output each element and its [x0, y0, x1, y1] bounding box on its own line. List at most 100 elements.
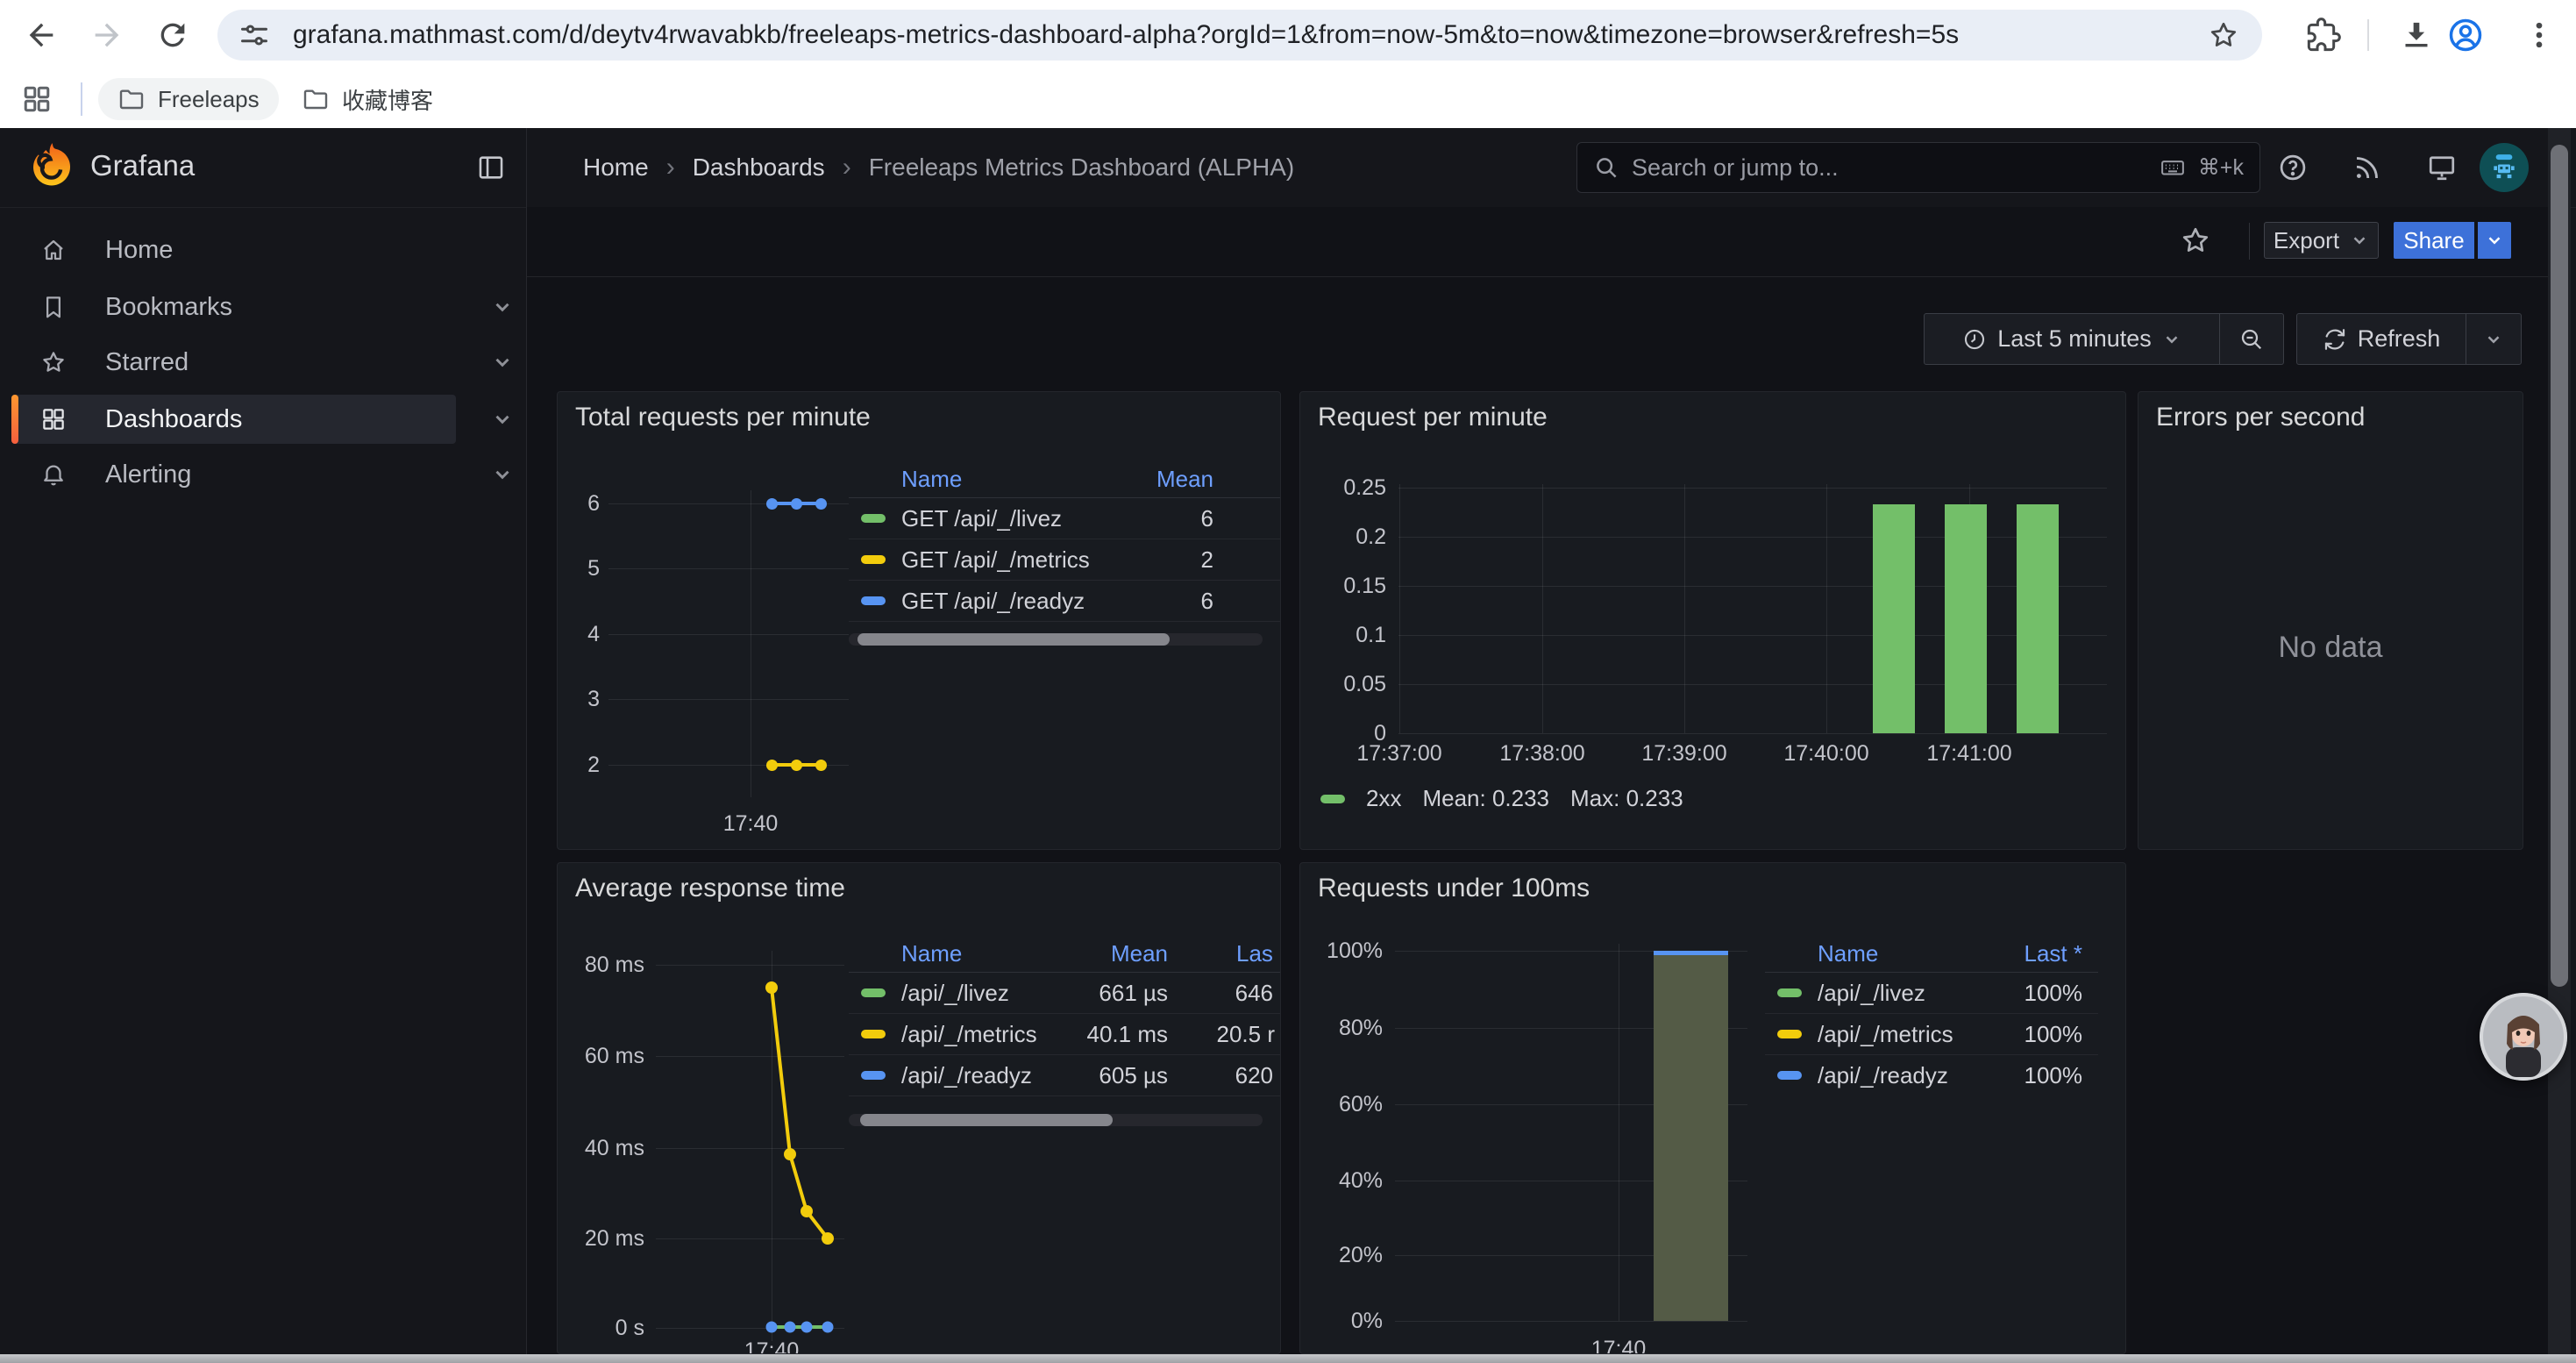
stacked-percentile-bar	[1654, 951, 1728, 1321]
sidebar-item-starred[interactable]: Starred	[11, 338, 456, 387]
page-scrollbar[interactable]	[2548, 128, 2571, 1354]
assistant-avatar[interactable]	[2480, 993, 2567, 1081]
series-last: 620	[1235, 1055, 1273, 1095]
reload-icon[interactable]	[155, 18, 190, 53]
y-tick: 3	[558, 686, 600, 712]
panel-request-per-minute[interactable]: Request per minute 0.25 0.2 0.15 0.1 0.0…	[1299, 391, 2126, 850]
y-tick: 0.25	[1300, 475, 1386, 501]
home-icon	[40, 237, 67, 263]
legend-row[interactable]: /api/_/metrics 100%	[1765, 1014, 2098, 1055]
sidebar-toggle-icon[interactable]	[476, 153, 506, 182]
series-swatch	[1777, 1030, 1802, 1038]
url-bar[interactable]: grafana.mathmast.com/d/deytv4rwavabkb/fr…	[217, 10, 2262, 61]
refresh-group: Refresh	[2296, 313, 2522, 365]
back-icon[interactable]	[24, 18, 59, 53]
series-name[interactable]: 2xx	[1366, 785, 1401, 812]
legend-row[interactable]: /api/_/livez 100%	[1765, 973, 2098, 1014]
monitor-icon[interactable]	[2426, 152, 2458, 183]
breadcrumb-dashboards[interactable]: Dashboards	[693, 153, 825, 182]
series-name[interactable]: /api/_/metrics	[1818, 1014, 1953, 1054]
series-name[interactable]: GET /api/_/livez	[901, 498, 1062, 539]
legend-row[interactable]: /api/_/livez 661 µs 646	[849, 973, 1281, 1014]
series-swatch	[861, 514, 886, 523]
brand-text[interactable]: Grafana	[90, 149, 195, 182]
browser-toolbar: grafana.mathmast.com/d/deytv4rwavabkb/fr…	[0, 0, 2576, 70]
series-name[interactable]: GET /api/_/readyz	[901, 581, 1085, 621]
downloads-icon[interactable]	[2399, 18, 2434, 53]
series-last: 100%	[2025, 973, 2083, 1013]
legend-col-mean[interactable]: Mean	[1111, 935, 1168, 972]
share-dropdown-button[interactable]	[2476, 222, 2511, 259]
series-name[interactable]: GET /api/_/metrics	[901, 539, 1090, 580]
bookmark-folder-blogs[interactable]: 收藏博客	[282, 78, 452, 120]
legend-row[interactable]: GET /api/_/metrics 2	[849, 539, 1281, 581]
chevron-down-icon[interactable]	[491, 296, 514, 318]
legend-row[interactable]: /api/_/readyz 100%	[1765, 1055, 2098, 1095]
bookmark-star-icon[interactable]	[2208, 19, 2239, 51]
refresh-icon	[2323, 327, 2347, 352]
profile-icon[interactable]	[2446, 16, 2485, 54]
breadcrumb-home[interactable]: Home	[583, 153, 649, 182]
search-input[interactable]: Search or jump to... ⌘+k	[1576, 142, 2260, 193]
sidebar-item-alerting[interactable]: Alerting	[11, 450, 456, 499]
url-text[interactable]: grafana.mathmast.com/d/deytv4rwavabkb/fr…	[293, 20, 2208, 50]
legend-col-last[interactable]: Las	[1236, 935, 1273, 972]
chevron-down-icon[interactable]	[491, 463, 514, 486]
legend-col-name[interactable]: Name	[901, 460, 962, 497]
legend-col-name[interactable]: Name	[1818, 935, 1878, 972]
panel-errors-per-second[interactable]: Errors per second No data	[2138, 391, 2523, 850]
forward-icon[interactable]	[89, 18, 125, 53]
legend-row[interactable]: /api/_/readyz 605 µs 620	[849, 1055, 1281, 1096]
series-name[interactable]: /api/_/readyz	[901, 1055, 1032, 1095]
series-name[interactable]: /api/_/livez	[1818, 973, 1925, 1013]
horizontal-scrollbar[interactable]	[0, 1354, 2576, 1363]
x-tick: 17:40	[1575, 1337, 1662, 1354]
user-avatar[interactable]	[2480, 143, 2529, 192]
series-mean: 661 µs	[1099, 973, 1168, 1013]
legend-row[interactable]: /api/_/metrics 40.1 ms 20.5 r	[849, 1014, 1281, 1055]
legend-scrollbar[interactable]	[849, 633, 1263, 646]
favorite-star-icon[interactable]	[2180, 225, 2211, 256]
x-tick: 17:39:00	[1614, 741, 1754, 767]
help-icon[interactable]	[2277, 152, 2309, 183]
panel-under-100ms[interactable]: Requests under 100ms 100% 80% 60% 40% 20…	[1299, 862, 2126, 1354]
chevron-down-icon[interactable]	[491, 408, 514, 431]
x-tick: 17:40:00	[1756, 741, 1896, 767]
refresh-label: Refresh	[2358, 325, 2441, 353]
extensions-icon[interactable]	[2306, 18, 2341, 53]
sidebar-item-home[interactable]: Home	[11, 225, 456, 275]
sidebar-item-bookmarks[interactable]: Bookmarks	[11, 282, 456, 332]
apps-grid-icon[interactable]	[21, 83, 53, 115]
site-info-icon[interactable]	[238, 19, 270, 51]
chevron-down-icon[interactable]	[491, 351, 514, 374]
refresh-interval-button[interactable]	[2466, 314, 2521, 364]
legend-row[interactable]: GET /api/_/livez 6	[849, 498, 1281, 539]
refresh-button[interactable]: Refresh	[2297, 314, 2466, 364]
bookmark-folder-freeleaps[interactable]: Freeleaps	[98, 78, 279, 120]
zoom-out-button[interactable]	[2219, 314, 2283, 364]
share-button[interactable]: Share	[2394, 222, 2474, 259]
legend-row[interactable]: GET /api/_/readyz 6	[849, 581, 1281, 622]
legend-col-mean[interactable]: Mean	[1156, 460, 1213, 497]
legend-col-name[interactable]: Name	[901, 935, 962, 972]
export-button[interactable]: Export	[2264, 222, 2379, 259]
news-rss-icon[interactable]	[2352, 152, 2383, 183]
grafana-logo-icon[interactable]	[25, 139, 79, 194]
menu-kebab-icon[interactable]	[2522, 18, 2557, 53]
breadcrumb-separator: ›	[666, 153, 675, 182]
series-name[interactable]: /api/_/metrics	[901, 1014, 1037, 1054]
search-icon	[1593, 154, 1619, 181]
chevron-down-icon	[2162, 330, 2181, 349]
series-name[interactable]: /api/_/readyz	[1818, 1055, 1948, 1095]
series-name[interactable]: /api/_/livez	[901, 973, 1009, 1013]
series-swatch	[861, 596, 886, 605]
panel-total-requests[interactable]: Total requests per minute 6 5 4 3 2 17:4…	[557, 391, 1281, 850]
page-scrollbar-thumb[interactable]	[2551, 145, 2568, 987]
bookmark-folder-label: 收藏博客	[342, 83, 433, 116]
sidebar-item-dashboards[interactable]: Dashboards	[11, 395, 456, 444]
time-range-button[interactable]: Last 5 minutes	[1925, 314, 2219, 364]
legend-col-last[interactable]: Last *	[2025, 935, 2083, 972]
panel-avg-response-time[interactable]: Average response time 80 ms 60 ms 40 ms …	[557, 862, 1281, 1354]
legend-scrollbar[interactable]	[849, 1114, 1263, 1126]
search-shortcut: ⌘+k	[2198, 154, 2244, 181]
